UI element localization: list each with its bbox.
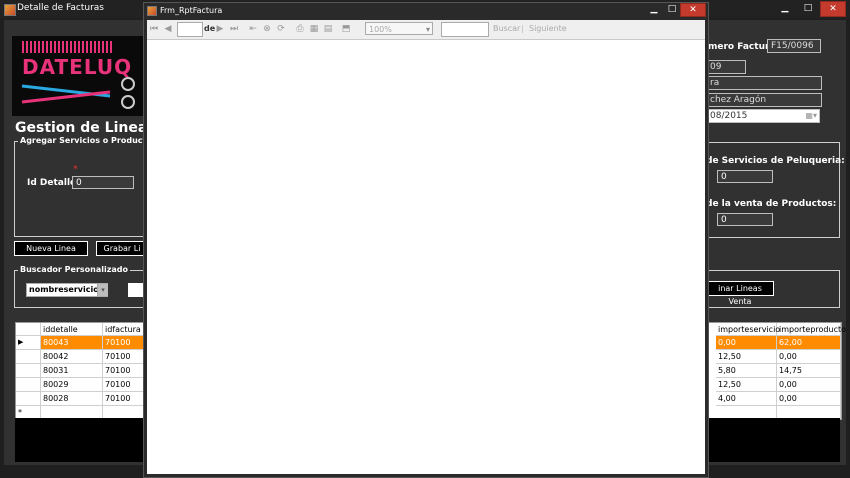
servicios-total-label: de Servicios de Peluqueria: [706,156,845,166]
invoice-field-3[interactable]: ra [706,76,822,90]
find-button[interactable]: Buscar [493,24,520,33]
zoom-select[interactable]: 100% ▾ [365,22,433,35]
print-icon[interactable]: ⎙ [294,24,306,35]
row-selector[interactable] [16,378,41,392]
buscador-group-label: Buscador Personalizado [18,265,130,274]
back-icon[interactable]: ⇤ [247,24,259,35]
zoom-value: 100% [369,25,392,34]
page-number-input[interactable] [177,22,203,37]
row-selector[interactable] [16,392,41,406]
export-icon[interactable]: ⬒ [338,24,354,35]
cell-importeservicio[interactable]: 5,80 [716,364,777,378]
cell-importeproducto[interactable]: 0,00 [777,350,841,364]
cell-idfactura[interactable]: 70100 [103,364,147,378]
find-next-button[interactable]: Siguiente [529,24,567,33]
numero-factura-field[interactable]: F15/0096 [767,39,821,53]
close-button[interactable]: ✕ [820,1,846,17]
chevron-down-icon[interactable]: ▾ [97,284,108,296]
column-header-iddetalle[interactable]: iddetalle [41,323,103,336]
cell-importeservicio[interactable]: 0,00 [716,336,777,350]
cell-importeservicio[interactable]: 12,50 [716,350,777,364]
cell-iddetalle[interactable]: 80043 [41,336,103,350]
grabar-linea-button[interactable]: Grabar Li [96,241,148,256]
agregar-group-label: Agregar Servicios o Productos [18,136,159,145]
maximize-button[interactable]: □ [797,1,819,15]
search-field-value: nombreservicio [29,285,99,294]
cell-idfactura[interactable]: 70100 [103,378,147,392]
id-detalle-input[interactable]: 0 [72,176,134,189]
cell-idfactura[interactable]: 70100 [103,336,147,350]
cell-iddetalle[interactable]: 80028 [41,392,103,406]
calendar-icon[interactable]: ▦▾ [805,110,817,122]
productos-total-label: de la venta de Productos: [706,199,837,209]
minimize-button[interactable]: ▁ [774,1,796,15]
report-app-icon [147,6,157,16]
cell-importeservicio[interactable]: 12,50 [716,378,777,392]
scissors-icon [21,77,135,109]
toolbar-separator: | [521,24,524,33]
app-icon [4,4,16,16]
report-window: Frm_RptFactura ▁ □ ✕ ⏮ ◀ de ▶ ⏭ ⇤ ⊗ ⟳ ⎙ … [143,2,709,478]
required-marker: * [73,164,78,175]
date-picker[interactable]: 08/2015 ▦▾ [706,109,820,123]
cell-importeproducto[interactable]: 62,00 [777,336,841,350]
report-viewer-canvas[interactable] [147,40,705,474]
find-text-input[interactable] [441,22,489,37]
refresh-icon[interactable]: ⟳ [275,24,287,35]
cell-iddetalle[interactable]: 80029 [41,378,103,392]
report-window-title: Frm_RptFactura [160,6,223,15]
grid-corner [16,323,41,336]
date-value: 08/2015 [710,111,748,121]
main-window-title: Detalle de Facturas [17,3,104,13]
column-header-importeservicio[interactable]: importeservicio [716,323,780,336]
first-page-icon[interactable]: ⏮ [148,24,160,35]
cell-iddetalle[interactable]: 80042 [41,350,103,364]
previous-page-icon[interactable]: ◀ [162,24,174,35]
row-selector[interactable] [16,350,41,364]
column-header-importeproducto[interactable]: importeproducto [777,323,846,336]
invoice-field-2[interactable]: 09 [706,60,746,74]
last-page-icon[interactable]: ⏭ [228,24,240,35]
cell-importeproducto[interactable]: 0,00 [777,392,841,406]
stop-icon[interactable]: ⊗ [261,24,273,35]
invoice-field-4[interactable]: chez Aragón [706,93,822,107]
search-field-select[interactable]: nombreservicio [26,283,108,297]
cell-idfactura[interactable]: 70100 [103,392,147,406]
report-toolbar: ⏮ ◀ de ▶ ⏭ ⇤ ⊗ ⟳ ⎙ ▦ ▤ ⬒ 100% ▾ Buscar |… [147,20,705,40]
nueva-linea-button[interactable]: Nueva Linea [14,241,88,256]
page-setup-icon[interactable]: ▤ [322,24,334,35]
chevron-down-icon: ▾ [425,25,430,34]
print-layout-icon[interactable]: ▦ [308,24,320,35]
servicios-total-field[interactable]: 0 [717,170,773,183]
cell-idfactura[interactable]: 70100 [103,350,147,364]
eliminar-lineas-button[interactable]: inar Lineas Venta [706,281,774,306]
row-selector-current[interactable]: ▶ [16,336,41,350]
cell-importeproducto[interactable]: 0,00 [777,378,841,392]
next-page-icon[interactable]: ▶ [214,24,226,35]
id-detalle-label: Id Detalle [27,178,77,188]
comb-icon [22,41,112,53]
productos-total-field[interactable]: 0 [717,213,773,226]
column-header-idfactura[interactable]: idfactura [103,323,147,336]
cell-iddetalle[interactable]: 80031 [41,364,103,378]
report-close-button[interactable]: ✕ [680,3,706,17]
cell-importeproducto[interactable]: 14,75 [777,364,841,378]
agregar-groupbox [14,141,152,237]
row-selector[interactable] [16,364,41,378]
report-title-bar: Frm_RptFactura ▁ □ ✕ [144,3,708,19]
cell-importeservicio[interactable]: 4,00 [716,392,777,406]
dateluq-logo: DATELUQ [12,36,145,116]
